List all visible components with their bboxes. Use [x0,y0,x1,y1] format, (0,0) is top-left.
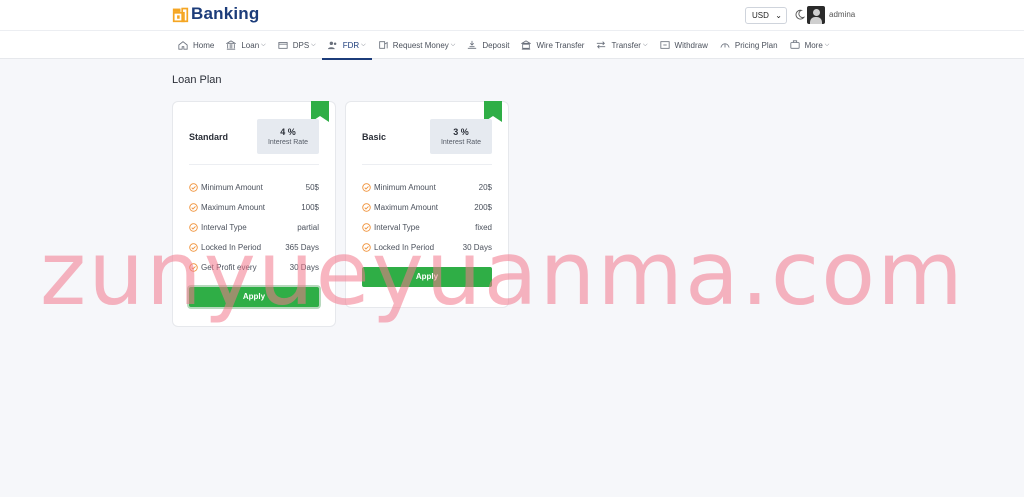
bank-logo-icon [172,7,189,22]
nav-item-pricing-plan[interactable]: Pricing Plan [714,31,784,59]
nav-item-deposit[interactable]: Deposit [461,31,515,59]
deposit-icon [468,40,477,49]
main-navigation: Home Loan ⌵ DPS ⌵ FDR ⌵ Request Money ⌵ Deposit Wi… [0,30,1024,60]
chevron-down-icon: ⌵ [361,41,366,48]
plan-name: Standard [189,132,229,142]
nav-item-label: Loan [241,40,260,50]
nav-item-loan[interactable]: Loan ⌵ [220,31,271,59]
interest-rate-value: 4 % [280,127,296,137]
currency-value: USD [752,11,769,20]
plan-detail-row: Maximum Amount 200$ [362,197,492,217]
home-icon [178,41,188,50]
nav-item-label: Home [193,40,215,50]
plan-detail-row: Maximum Amount 100$ [189,197,319,217]
chevron-down-icon: ⌵ [261,41,266,48]
detail-value: 50$ [305,182,319,192]
nav-item-fdr[interactable]: FDR ⌵ [321,31,372,60]
wire-transfer-icon [521,40,532,50]
brand-name: Banking [191,4,260,23]
chevron-down-icon: ⌵ [824,41,830,48]
chevron-down-icon: ⌵ [311,41,316,48]
more-icon [789,40,800,49]
moon-icon[interactable] [794,9,805,20]
nav-item-withdraw[interactable]: Withdraw [654,31,714,59]
nav-item-more[interactable]: More ⌵ [784,31,836,59]
nav-item-label: Deposit [482,40,510,50]
interest-rate-box: 3 % Interest Rate [430,119,492,154]
nav-item-dps[interactable]: DPS ⌵ [272,31,322,59]
detail-label: Maximum Amount [201,202,266,212]
nav-item-label: DPS [292,40,310,50]
nav-item-home[interactable]: Home [172,31,220,59]
plan-detail-row: Minimum Amount 20$ [362,177,492,197]
withdraw-icon [659,41,670,49]
watermark: zunyueyuanma.com [40,222,965,325]
nav-item-label: More [804,40,823,50]
top-bar: Banking USD ⌄ admina [0,0,1024,30]
detail-label: Minimum Amount [201,182,263,192]
nav-item-label: Pricing Plan [734,40,778,50]
nav-item-label: Transfer [611,40,641,50]
detail-label: Maximum Amount [374,202,439,212]
detail-value: 200$ [474,202,492,212]
chevron-down-icon: ⌄ [775,11,782,20]
check-circle-icon [189,182,198,192]
nav-item-request-money[interactable]: Request Money ⌵ [372,31,462,59]
check-circle-icon [362,182,371,192]
nav-item-label: Request Money [392,40,449,50]
transfer-icon [597,41,606,49]
detail-value: 100$ [301,202,319,212]
chevron-down-icon: ⌵ [450,41,456,48]
interest-rate-label: Interest Rate [267,139,309,146]
bank-icon [226,40,237,50]
currency-select[interactable]: USD ⌄ [745,7,787,24]
interest-rate-label: Interest Rate [440,139,482,146]
chevron-down-icon: ⌵ [642,41,648,48]
interest-rate-value: 3 % [453,127,469,137]
nav-item-wire-transfer[interactable]: Wire Transfer [515,31,590,59]
card-icon [278,42,288,49]
page-title: Loan Plan [172,74,222,86]
avatar[interactable] [807,6,825,24]
username[interactable]: admina [829,10,855,19]
request-money-icon [378,41,388,49]
nav-item-label: Withdraw [674,40,708,50]
nav-item-label: Wire Transfer [536,40,585,50]
detail-value: 20$ [478,182,492,192]
users-icon [327,41,337,50]
nav-item-label: FDR [342,40,360,50]
nav-item-transfer[interactable]: Transfer ⌵ [590,31,653,59]
brand[interactable]: Banking [172,4,259,24]
detail-label: Minimum Amount [374,182,436,192]
check-circle-icon [189,202,198,212]
plan-name: Basic [362,132,387,142]
pricing-plan-icon [720,43,730,48]
interest-rate-box: 4 % Interest Rate [257,119,319,154]
plan-detail-row: Minimum Amount 50$ [189,177,319,197]
check-circle-icon [362,202,371,212]
